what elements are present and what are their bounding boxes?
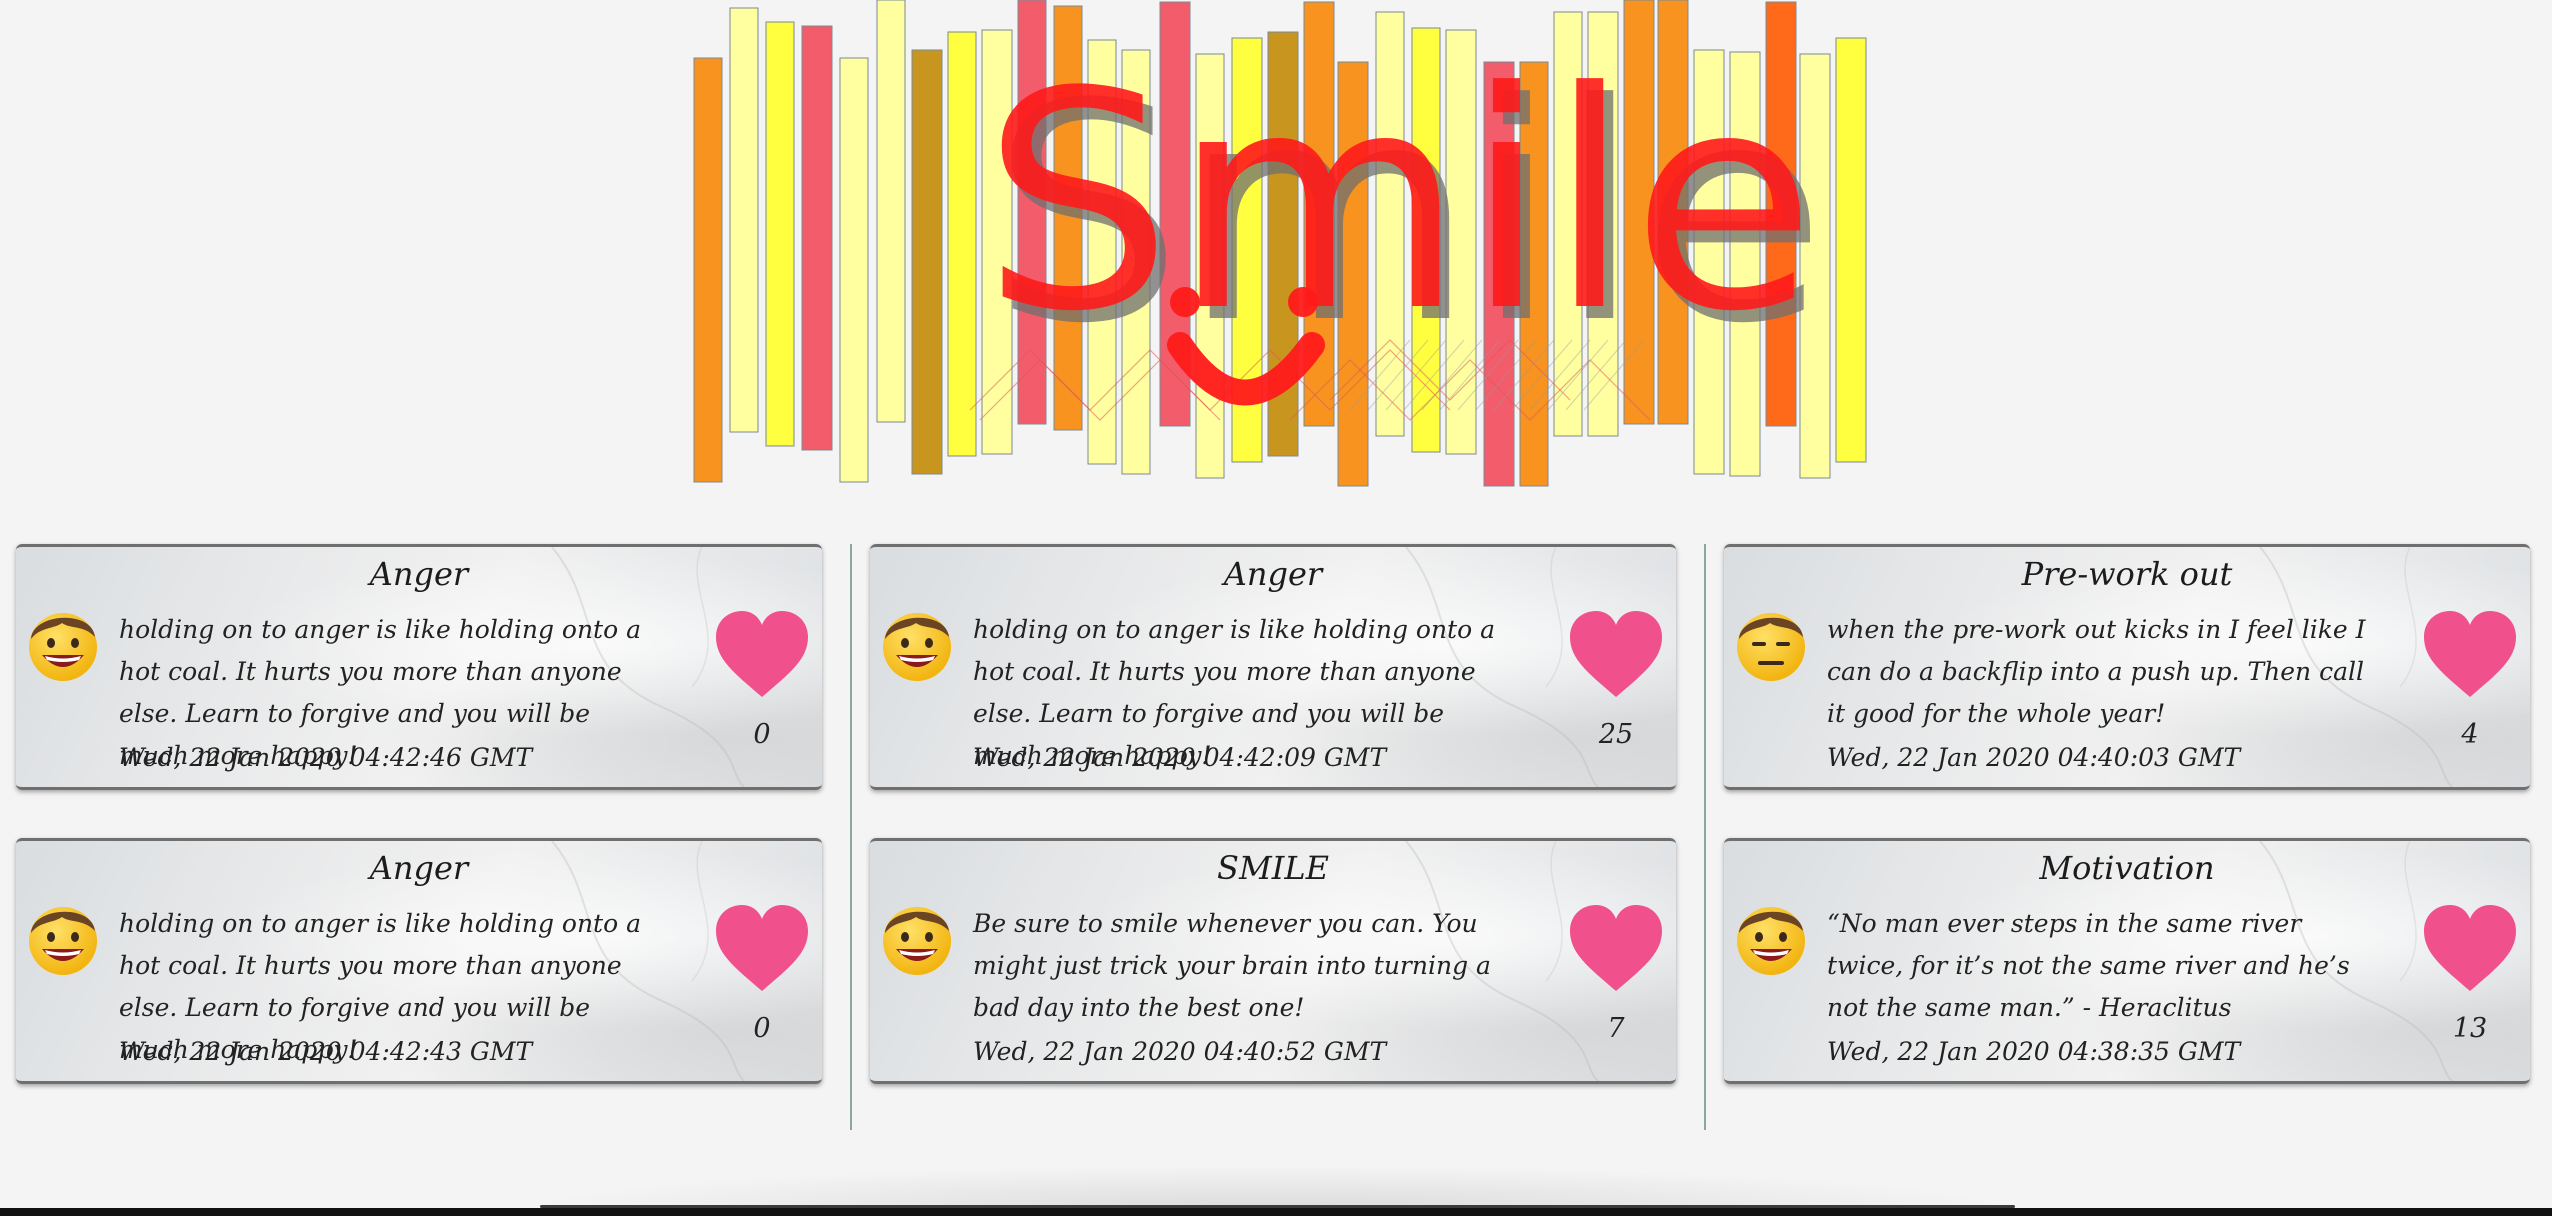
post-title: Anger	[369, 555, 469, 593]
like-count: 25	[1598, 719, 1634, 750]
grinning-face-avatar-icon	[883, 613, 951, 681]
heart-like-icon[interactable]	[714, 611, 810, 699]
neutral-face-avatar-icon	[1737, 613, 1805, 681]
column-divider	[1704, 544, 1706, 1130]
decorative-bar	[839, 57, 869, 483]
decorative-bar	[729, 7, 759, 433]
post-date: Wed, 22 Jan 2020 04:40:52 GMT	[973, 1037, 1387, 1066]
heart-like-icon[interactable]	[1568, 611, 1664, 699]
like-count: 7	[1607, 1013, 1625, 1044]
grinning-face-avatar-icon	[883, 907, 951, 975]
post-title: SMILE	[1217, 849, 1329, 887]
post-card: Anger holding on to anger is like holdin…	[16, 838, 822, 1084]
post-card: SMILE Be sure to smile whenever you can.…	[870, 838, 1676, 1084]
decorative-bar	[911, 49, 943, 475]
post-card: Pre-work out when the pre-work out kicks…	[1724, 544, 2530, 790]
decorative-bar	[876, 0, 906, 423]
post-card: Anger holding on to anger is like holdin…	[870, 544, 1676, 790]
heart-like-icon[interactable]	[1568, 905, 1664, 993]
like-count: 0	[753, 719, 771, 750]
post-title: Pre-work out	[2021, 555, 2233, 593]
post-card: Motivation “No man ever steps in the sam…	[1724, 838, 2530, 1084]
smile-header-art: Smile Smile	[690, 0, 1875, 492]
decorative-bar	[1835, 37, 1867, 463]
post-date: Wed, 22 Jan 2020 04:42:46 GMT	[119, 743, 533, 772]
post-date: Wed, 22 Jan 2020 04:42:09 GMT	[973, 743, 1387, 772]
like-count: 13	[2452, 1013, 2488, 1044]
page: Smile Smile Anger holding on to anger is…	[0, 0, 2552, 1216]
post-card: Anger holding on to anger is like holdin…	[16, 544, 822, 790]
posts-grid: Anger holding on to anger is like holdin…	[16, 544, 2536, 1134]
post-date: Wed, 22 Jan 2020 04:40:03 GMT	[1827, 743, 2241, 772]
post-title: Anger	[1223, 555, 1323, 593]
decorative-bar	[801, 25, 833, 451]
smile-logo-text: Smile	[982, 28, 1816, 377]
bottom-shadow	[520, 1165, 2020, 1209]
post-title: Motivation	[2039, 849, 2215, 887]
heart-like-icon[interactable]	[2422, 905, 2518, 993]
post-title: Anger	[369, 849, 469, 887]
post-body: “No man ever steps in the same river twi…	[1827, 909, 2350, 1022]
decorative-bar	[947, 31, 977, 457]
like-count: 4	[2461, 719, 2479, 750]
grinning-face-avatar-icon	[29, 907, 97, 975]
heart-like-icon[interactable]	[714, 905, 810, 993]
post-body: when the pre-work out kicks in I feel li…	[1827, 615, 2366, 728]
bottom-edge	[0, 1208, 2552, 1216]
heart-like-icon[interactable]	[2422, 611, 2518, 699]
post-date: Wed, 22 Jan 2020 04:38:35 GMT	[1827, 1037, 2241, 1066]
like-count: 0	[753, 1013, 771, 1044]
decorative-bar	[765, 21, 795, 447]
grinning-face-avatar-icon	[29, 613, 97, 681]
post-date: Wed, 22 Jan 2020 04:42:43 GMT	[119, 1037, 533, 1066]
grinning-face-avatar-icon	[1737, 907, 1805, 975]
decorative-bar	[693, 57, 723, 483]
post-body: Be sure to smile whenever you can. You m…	[973, 909, 1491, 1022]
column-divider	[850, 544, 852, 1130]
